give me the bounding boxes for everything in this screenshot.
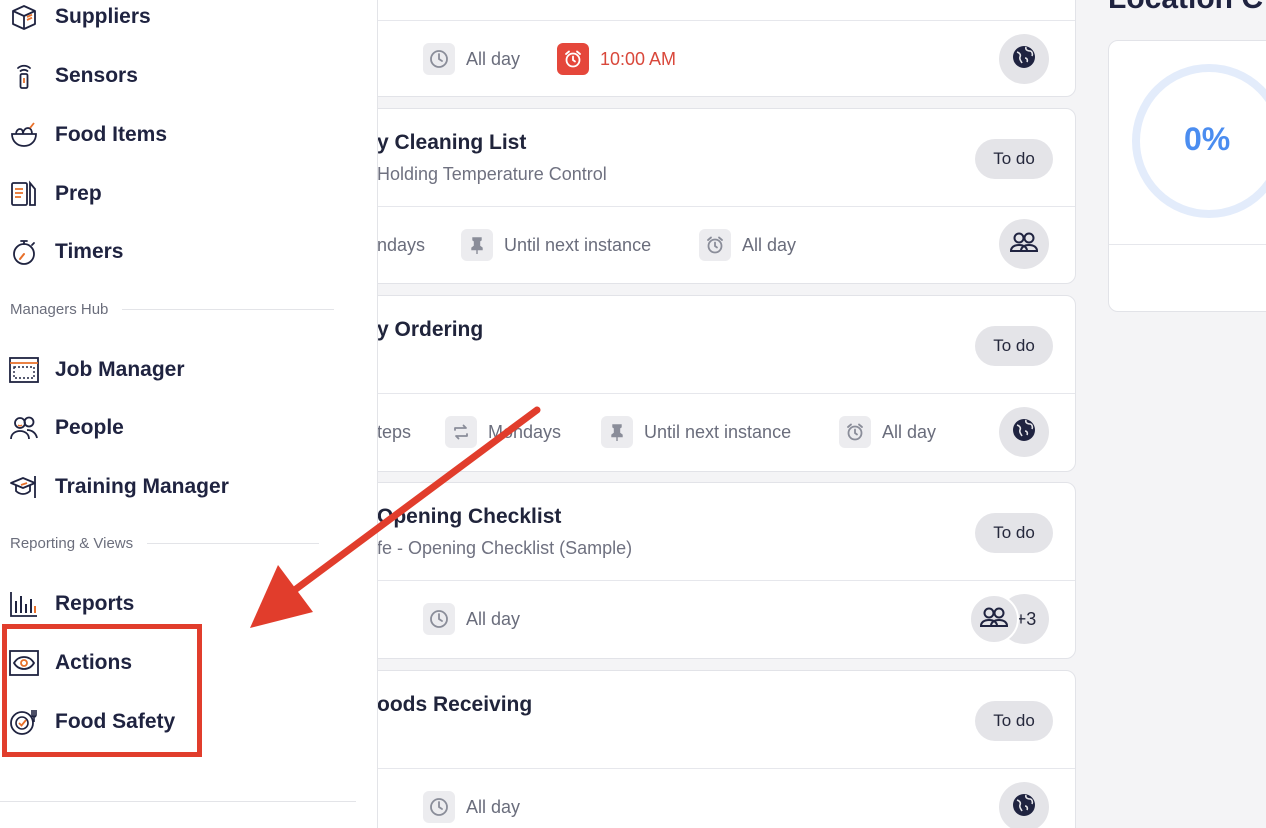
task-title: oods Receiving [377, 693, 533, 716]
assignee-group-button[interactable] [969, 594, 1019, 644]
todo-status-button[interactable]: To do [975, 139, 1053, 179]
progress-percent: 0% [1184, 121, 1231, 157]
clock-icon [423, 603, 455, 635]
alarm-clock-icon [557, 43, 589, 75]
task-card[interactable]: Opening Checklist fe - Opening Checklist… [310, 482, 1076, 659]
bar-chart-icon [8, 588, 40, 620]
time-meta: All day [423, 791, 520, 823]
assignee-globe-button[interactable] [999, 34, 1049, 84]
time-meta: All day [699, 229, 796, 261]
globe-icon [1011, 792, 1037, 823]
pin-meta: Until next instance [461, 229, 651, 261]
graduation-cap-icon [8, 471, 40, 503]
task-card[interactable]: y Cleaning List Holding Temperature Cont… [310, 108, 1076, 284]
alarm-clock-icon [699, 229, 731, 261]
steps-meta: teps [377, 421, 412, 442]
time-meta: All day [839, 416, 936, 448]
sidebar-item-timers[interactable]: Timers [8, 232, 124, 272]
task-title: y Ordering [377, 318, 484, 341]
task-card[interactable]: oods Receiving To do ly All day [310, 670, 1076, 828]
annotation-highlight-box [2, 624, 202, 757]
sidebar-item-prep[interactable]: Prep [8, 174, 102, 214]
people-icon [1009, 230, 1039, 259]
stopwatch-icon [8, 236, 40, 268]
repeat-meta: ndays [377, 234, 426, 255]
todo-status-button[interactable]: To do [975, 326, 1053, 366]
task-card[interactable]: y Ordering To do teps Mondays Until next… [310, 295, 1076, 472]
task-subtitle: Holding Temperature Control [377, 164, 607, 184]
task-title: y Cleaning List [377, 131, 527, 154]
pin-meta: Until next instance [601, 416, 791, 448]
sidebar-item-job-manager[interactable]: Job Manager [8, 350, 185, 390]
box-icon [8, 1, 40, 33]
clock-icon [423, 791, 455, 823]
sidebar-item-suppliers[interactable]: Suppliers [8, 0, 151, 37]
task-card-header: y Ordering To do [311, 296, 1075, 394]
divider [1109, 244, 1266, 245]
assignee-globe-button[interactable] [999, 407, 1049, 457]
task-card-header: y Cleaning List Holding Temperature Cont… [311, 109, 1075, 207]
task-card[interactable]: ly All day 10:00 AM [310, 0, 1076, 97]
task-title: Opening Checklist [377, 505, 562, 528]
assignee-group-button[interactable] [999, 219, 1049, 269]
clock-icon [423, 43, 455, 75]
pin-icon [461, 229, 493, 261]
sensor-icon [8, 60, 40, 92]
sidebar-item-people[interactable]: People [8, 408, 124, 448]
repeat-icon [445, 416, 477, 448]
globe-icon [1011, 417, 1037, 448]
task-card-header [311, 0, 1075, 21]
job-board-icon [8, 354, 40, 386]
assignee-globe-button[interactable] [999, 782, 1049, 828]
location-progress-card: 0% [1108, 40, 1266, 312]
task-card-header: oods Receiving To do [311, 671, 1075, 769]
repeat-meta: Mondays [445, 416, 561, 448]
todo-status-button[interactable]: To do [975, 513, 1053, 553]
divider [0, 801, 356, 802]
sidebar-item-reports[interactable]: Reports [8, 584, 134, 624]
sidebar-item-food-items[interactable]: Food Items [8, 115, 167, 155]
people-icon [8, 412, 40, 444]
section-heading-managers-hub: Managers Hub [10, 301, 335, 318]
todo-status-button[interactable]: To do [975, 701, 1053, 741]
pin-icon [601, 416, 633, 448]
task-subtitle: fe - Opening Checklist (Sample) [377, 538, 633, 558]
task-card-header: Opening Checklist fe - Opening Checklist… [311, 483, 1075, 581]
food-bowl-icon [8, 119, 40, 151]
section-heading-reporting: Reporting & Views [10, 535, 320, 552]
sidebar-item-training-manager[interactable]: Training Manager [8, 467, 229, 507]
time-meta: All day [423, 43, 520, 75]
prep-icon [8, 178, 40, 210]
time-meta: All day [423, 603, 520, 635]
location-panel-title: Location C [1108, 0, 1263, 16]
alarm-meta: 10:00 AM [557, 43, 676, 75]
people-icon [979, 605, 1009, 634]
sidebar-item-sensors[interactable]: Sensors [8, 56, 138, 96]
globe-icon [1011, 44, 1037, 75]
alarm-clock-icon [839, 416, 871, 448]
